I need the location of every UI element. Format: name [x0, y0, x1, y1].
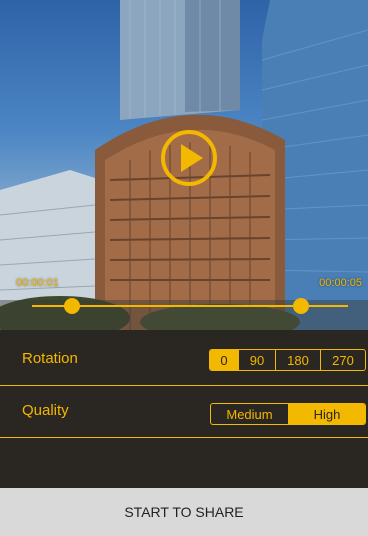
quality-option-high[interactable]: High	[288, 404, 365, 424]
quality-selector: Medium High	[210, 403, 366, 425]
rotation-option-0[interactable]: 0	[210, 350, 238, 370]
rotation-selector: 0 90 180 270	[209, 349, 366, 371]
start-time-label: 00:00:01	[16, 277, 59, 289]
rotation-option-270[interactable]: 270	[320, 350, 365, 370]
trim-end-handle[interactable]	[293, 298, 309, 314]
rotation-label: Rotation	[22, 350, 78, 367]
rotation-option-90[interactable]: 90	[238, 350, 275, 370]
quality-option-medium[interactable]: Medium	[211, 404, 288, 424]
settings-panel: Rotation 0 90 180 270 Quality Medium Hig…	[0, 330, 368, 488]
trim-start-handle[interactable]	[64, 298, 80, 314]
video-preview[interactable]: 00:00:01 00:00:05	[0, 0, 368, 330]
play-icon	[181, 144, 203, 172]
play-button[interactable]	[161, 130, 217, 186]
rotation-option-180[interactable]: 180	[275, 350, 320, 370]
end-time-label: 00:00:05	[319, 277, 362, 289]
quality-label: Quality	[22, 402, 69, 419]
quality-row: Quality Medium High	[0, 386, 368, 438]
start-to-share-button[interactable]: START TO SHARE	[0, 488, 368, 536]
rotation-row: Rotation 0 90 180 270	[0, 334, 368, 386]
